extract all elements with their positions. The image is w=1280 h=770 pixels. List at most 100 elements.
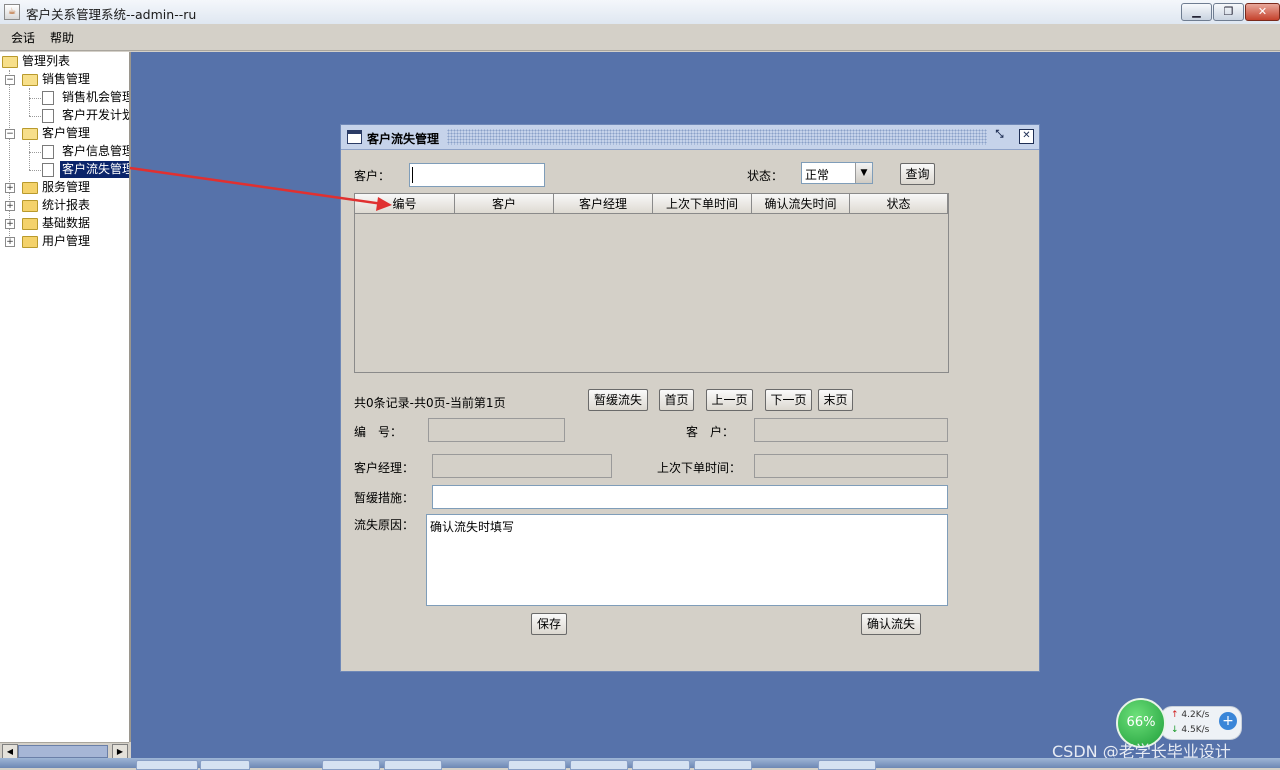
column-header-status[interactable]: 状态: [850, 194, 948, 214]
tree-horizontal-scrollbar[interactable]: ◀ ▶: [0, 742, 129, 759]
navigation-tree: 管理列表 − 销售管理 销售机会管理 客户开发计划 − 客户管理 客户信息管理 …: [0, 52, 131, 742]
collapse-icon[interactable]: −: [5, 129, 15, 139]
close-icon: ✕: [1257, 5, 1268, 18]
status-select[interactable]: 正常 ▼: [801, 162, 873, 184]
upload-speed-value: 4.2K/s: [1181, 710, 1210, 720]
restore-icon: ❐: [1223, 5, 1234, 18]
manager-label: 客户经理：: [354, 461, 415, 475]
document-icon: [42, 163, 54, 177]
customer-search-label: 客户：: [354, 169, 391, 183]
customer-search-input[interactable]: [409, 163, 545, 187]
minimize-button[interactable]: ▁: [1181, 3, 1212, 21]
column-header-manager[interactable]: 客户经理: [554, 194, 653, 214]
taskbar-item[interactable]: [322, 760, 380, 770]
column-header-last-order[interactable]: 上次下单时间: [653, 194, 752, 214]
folder-icon: [22, 182, 38, 194]
text-caret: [412, 167, 413, 183]
last-order-label: 上次下单时间：: [657, 461, 742, 475]
folder-open-icon: [2, 56, 18, 68]
scroll-right-icon[interactable]: ▶: [112, 744, 128, 759]
customer-label: 客 户：: [686, 425, 735, 439]
restore-icon: ⤡: [995, 129, 1004, 140]
confirm-churn-button[interactable]: 确认流失: [861, 613, 921, 635]
first-page-button[interactable]: 首页: [659, 389, 694, 411]
expand-icon[interactable]: +: [5, 219, 15, 229]
close-button[interactable]: ✕: [1245, 3, 1280, 21]
taskbar-item[interactable]: [818, 760, 876, 770]
tree-leaf-label: 销售机会管理: [62, 90, 131, 104]
manager-field[interactable]: [432, 454, 612, 478]
iconify-button[interactable]: ⤡: [993, 129, 1006, 142]
tree-node-label: 用户管理: [42, 234, 91, 248]
menu-help[interactable]: 帮助: [50, 29, 74, 46]
pager-summary: 共0条记录-共0页-当前第1页: [354, 396, 506, 410]
java-app-icon: ☕: [4, 4, 20, 20]
document-icon: [42, 145, 54, 159]
titlebar-texture: [447, 129, 987, 145]
last-order-field[interactable]: [754, 454, 948, 478]
column-header-customer[interactable]: 客户: [455, 194, 554, 214]
tree-node-label: 基础数据: [42, 216, 91, 230]
restore-button[interactable]: ❐: [1213, 3, 1244, 21]
expand-icon[interactable]: +: [5, 237, 15, 247]
window-titlebar: ☕ 客户关系管理系统--admin--ru ▁ ❐ ✕: [0, 0, 1280, 25]
internal-frame-title: 客户流失管理: [367, 132, 440, 146]
measure-input[interactable]: [432, 485, 948, 509]
internal-frame-titlebar: 客户流失管理 ⤡ ✕: [341, 125, 1039, 150]
network-speed-panel: ↑ 4.2K/s ↓ 4.5K/s +: [1160, 706, 1242, 740]
expand-icon[interactable]: +: [5, 183, 15, 193]
folder-open-icon: [22, 74, 38, 86]
taskbar-item[interactable]: [694, 760, 752, 770]
customer-field[interactable]: [754, 418, 948, 442]
expand-icon[interactable]: +: [5, 201, 15, 211]
column-header-confirm-time[interactable]: 确认流失时间: [752, 194, 850, 214]
download-arrow-icon: ↓: [1171, 725, 1179, 735]
defer-churn-button[interactable]: 暂缓流失: [588, 389, 648, 411]
close-icon: ✕: [1022, 130, 1031, 141]
folder-icon: [22, 200, 38, 212]
menu-session[interactable]: 会话: [11, 29, 35, 46]
scroll-thumb[interactable]: [18, 745, 108, 758]
tree-guide: [29, 170, 41, 171]
tree-leaf-label: 客户开发计划: [62, 108, 131, 122]
next-page-button[interactable]: 下一页: [765, 389, 812, 411]
taskbar-item[interactable]: [508, 760, 566, 770]
taskbar-item[interactable]: [632, 760, 690, 770]
status-selected-value: 正常: [805, 168, 830, 182]
document-icon: [42, 109, 54, 123]
collapse-icon[interactable]: −: [5, 75, 15, 85]
reason-textarea[interactable]: 确认流失时填写: [426, 514, 948, 606]
churn-table: 编号 客户 客户经理 上次下单时间 确认流失时间 状态: [354, 193, 949, 373]
chevron-down-icon[interactable]: ▼: [855, 163, 872, 183]
download-speed-value: 4.5K/s: [1181, 725, 1210, 735]
prev-page-button[interactable]: 上一页: [706, 389, 753, 411]
id-field[interactable]: [428, 418, 565, 442]
taskbar-item[interactable]: [136, 760, 198, 770]
taskbar-item[interactable]: [200, 760, 250, 770]
taskbar-item[interactable]: [570, 760, 628, 770]
taskbar-item[interactable]: [384, 760, 442, 770]
tree-guide: [29, 142, 30, 170]
scroll-left-icon[interactable]: ◀: [2, 744, 18, 759]
menubar: 会话 帮助: [0, 24, 1280, 51]
query-button[interactable]: 查询: [900, 163, 935, 185]
taskbar: [0, 758, 1280, 770]
frame-close-button[interactable]: ✕: [1019, 129, 1034, 144]
frame-icon: [347, 130, 362, 144]
tree-node-label: 销售管理: [42, 72, 91, 86]
tree-leaf-label-selected: 客户流失管理: [60, 161, 129, 178]
column-header-id[interactable]: 编号: [355, 194, 455, 214]
save-button[interactable]: 保存: [531, 613, 567, 635]
tree-guide: [29, 88, 30, 116]
reason-label: 流失原因：: [354, 518, 415, 532]
upload-arrow-icon: ↑: [1171, 710, 1179, 720]
tree-node-label: 服务管理: [42, 180, 91, 194]
last-page-button[interactable]: 末页: [818, 389, 853, 411]
upload-speed: ↑ 4.2K/s: [1171, 710, 1209, 720]
folder-icon: [22, 218, 38, 230]
download-speed: ↓ 4.5K/s: [1171, 725, 1209, 735]
plus-icon[interactable]: +: [1219, 712, 1237, 730]
tree-node-sales[interactable]: − 销售管理: [4, 71, 124, 88]
document-icon: [42, 91, 54, 105]
window-title: 客户关系管理系统--admin--ru: [26, 7, 197, 22]
